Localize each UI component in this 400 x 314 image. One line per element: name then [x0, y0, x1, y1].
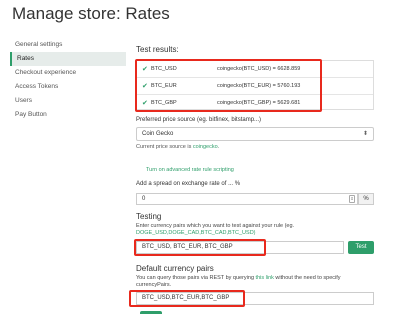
sidebar-item-general-settings[interactable]: General settings [10, 38, 126, 52]
price-source-link[interactable]: coingecko [193, 144, 218, 150]
spread-label: Add a spread on exchange rate of ... % [136, 181, 241, 187]
rest-query-link[interactable]: this link [256, 275, 274, 281]
hint-suffix: . [217, 144, 220, 150]
sidebar-item-pay-button[interactable]: Pay Button [10, 108, 126, 122]
sidebar: General settings Rates Checkout experien… [10, 38, 126, 122]
chevron-updown-icon: ⬍ [362, 131, 368, 137]
price-source-select[interactable]: Coin Gecko ⬍ [136, 127, 374, 141]
sidebar-item-users[interactable]: Users [10, 94, 126, 108]
highlight-box-testing [134, 239, 266, 256]
price-source-label: Preferred price source (eg. bitfinex, bi… [136, 117, 262, 123]
percent-addon: % [358, 193, 374, 205]
price-source-hint: Current price source is coingecko. [136, 144, 219, 150]
spread-value: 0 [142, 196, 146, 202]
default-pairs-description-line2: currencyPairs. [136, 282, 172, 288]
sidebar-item-rates[interactable]: Rates [10, 52, 126, 66]
hint-prefix: Current price source is [136, 144, 193, 150]
default-pairs-description: You can query those pairs via REST by qu… [136, 275, 341, 282]
desc-prefix: You can query those pairs via REST by qu… [136, 275, 256, 281]
desc-suffix: without the need to specify [273, 275, 341, 281]
price-source-selected: Coin Gecko [142, 131, 174, 137]
page-title: Manage store: Rates [12, 4, 170, 23]
default-pairs-title: Default currency pairs [136, 264, 214, 273]
advanced-scripting-link[interactable]: Turn on advanced rate rule scripting [146, 167, 234, 173]
test-button[interactable]: Test [348, 241, 374, 254]
testing-title: Testing [136, 212, 162, 221]
testing-description: Enter currency pairs which you want to t… [136, 223, 295, 229]
spinner-icon[interactable]: ⇕ [349, 195, 355, 203]
sidebar-item-access-tokens[interactable]: Access Tokens [10, 80, 126, 94]
test-results-title: Test results: [136, 45, 179, 54]
spread-input[interactable]: 0 ⇕ [136, 193, 358, 205]
highlight-box-default-pairs [129, 290, 245, 307]
highlight-box-results [135, 59, 322, 112]
testing-example: DOGE_USD,DOGE_CAD,BTC_CAD,BTC_USD) [136, 230, 256, 236]
sidebar-item-checkout-experience[interactable]: Checkout experience [10, 66, 126, 80]
